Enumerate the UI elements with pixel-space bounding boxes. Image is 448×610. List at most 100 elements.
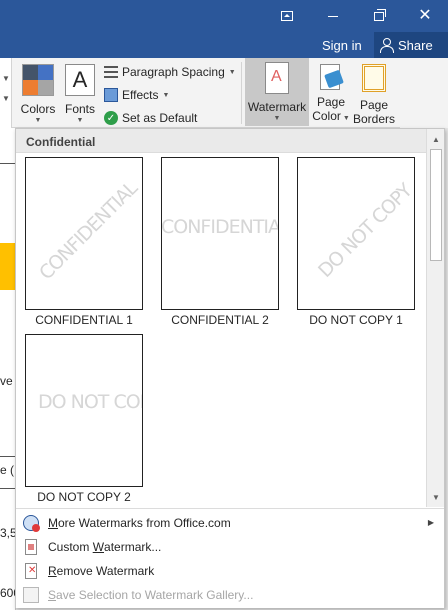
document-highlight-block	[0, 243, 16, 290]
ribbon: ▼ ▼ Colors ▼ A Fonts ▼ Paragraph Spacing…	[0, 58, 448, 128]
save-selection-menu-item: Save Selection to Watermark Gallery...	[16, 583, 444, 607]
title-bar: ✕	[0, 0, 448, 32]
document-rule	[0, 163, 16, 164]
close-icon: ✕	[418, 7, 432, 24]
more-watermarks-menu-item[interactable]: More Watermarks from Office.com ▶	[16, 511, 444, 535]
tab-bar: Sign in Share	[0, 32, 448, 58]
document-text: 600	[0, 586, 16, 600]
document-rule	[0, 488, 16, 489]
person-icon	[380, 38, 394, 53]
watermark-text: DO NOT COPY	[314, 179, 415, 283]
watermark-thumbnail-do-not-copy-1[interactable]: DO NOT COPY DO NOT COPY 1	[297, 157, 417, 327]
watermark-text: CONFIDENTIAL	[161, 216, 279, 238]
close-button[interactable]: ✕	[402, 0, 448, 32]
menu-label: Custom	[48, 540, 90, 554]
colors-label: Colors	[20, 102, 56, 116]
thumbnail-page: CONFIDENTIAL	[161, 157, 279, 310]
gallery-section-header: Confidential	[16, 129, 426, 153]
thumbnail-caption: DO NOT COPY 1	[309, 313, 403, 327]
colors-button[interactable]: Colors ▼	[18, 60, 58, 126]
menu-label: atermark...	[104, 540, 162, 554]
paragraph-spacing-label: Paragraph Spacing	[122, 65, 225, 79]
effects-label: Effects	[122, 88, 159, 102]
chevron-down-icon: ▼	[76, 117, 84, 124]
page-borders-label-2: Borders	[352, 112, 396, 126]
watermark-text: DO NOT COPY	[38, 391, 142, 413]
chevron-down-icon[interactable]: ▼	[2, 94, 10, 103]
remove-watermark-icon	[25, 563, 37, 579]
theme-colors-icon	[22, 64, 54, 96]
sign-in-link[interactable]: Sign in	[322, 38, 362, 53]
page-borders-icon	[362, 64, 386, 92]
page-color-label-2: Color ▼	[312, 109, 350, 123]
menu-label: ave Selection to Watermark Gallery...	[56, 588, 254, 602]
watermark-icon: A	[265, 62, 289, 94]
menu-label: ore Watermarks from Office.com	[58, 516, 231, 530]
ribbon-display-options-button[interactable]	[264, 0, 310, 32]
page-color-icon	[316, 64, 346, 90]
document-text: e (	[0, 463, 15, 477]
chevron-down-icon: ▼	[228, 68, 236, 76]
fonts-button[interactable]: A Fonts ▼	[61, 60, 99, 126]
chevron-down-icon: ▼	[34, 117, 42, 124]
ribbon-display-icon	[281, 11, 293, 21]
checkmark-icon: ✓	[104, 111, 118, 125]
paragraph-spacing-button[interactable]: Paragraph Spacing ▼	[104, 62, 236, 82]
document-text: 3,5	[0, 526, 16, 540]
menu-accelerator: S	[48, 588, 57, 602]
custom-watermark-menu-item[interactable]: Custom Watermark...	[16, 535, 444, 559]
share-label: Share	[398, 37, 433, 53]
chevron-right-icon: ▶	[427, 518, 434, 527]
menu-label: emove Watermark	[56, 564, 155, 578]
watermark-gallery: Confidential CONFIDENTIAL CONFIDENTIAL 1…	[15, 128, 445, 608]
color-swatch	[38, 65, 53, 80]
watermark-label: Watermark	[247, 100, 307, 114]
effects-icon	[104, 88, 118, 102]
paragraph-spacing-icon	[104, 66, 118, 78]
color-swatch	[23, 65, 38, 80]
watermark-thumbnail-confidential-2[interactable]: CONFIDENTIAL CONFIDENTIAL 2	[161, 157, 281, 327]
office-globe-icon	[23, 515, 40, 532]
remove-watermark-menu-item[interactable]: Remove Watermark	[16, 559, 444, 583]
set-as-default-button[interactable]: ✓ Set as Default	[104, 108, 197, 128]
chevron-down-icon: ▼	[162, 91, 170, 99]
restore-button[interactable]	[356, 0, 402, 32]
save-to-gallery-icon	[23, 587, 39, 603]
chevron-down-icon[interactable]: ▼	[2, 74, 10, 83]
watermark-thumbnail-confidential-1[interactable]: CONFIDENTIAL CONFIDENTIAL 1	[25, 157, 145, 327]
thumbnail-caption: CONFIDENTIAL 2	[171, 313, 269, 327]
share-button[interactable]: Share	[374, 32, 448, 58]
ribbon-overflow-area	[400, 58, 448, 128]
document-text: ve	[0, 374, 13, 388]
watermark-button[interactable]: A Watermark ▼	[245, 58, 309, 126]
menu-accelerator: M	[48, 516, 58, 530]
gallery-grid: CONFIDENTIAL CONFIDENTIAL 1 CONFIDENTIAL…	[16, 153, 426, 507]
minimize-button[interactable]	[310, 0, 356, 32]
gallery-menu: More Watermarks from Office.com ▶ Custom…	[16, 508, 444, 608]
document-rule	[0, 456, 16, 457]
color-swatch	[38, 80, 53, 95]
watermark-thumbnail-do-not-copy-2[interactable]: DO NOT COPY DO NOT COPY 2	[25, 334, 145, 504]
scroll-down-icon[interactable]: ▼	[427, 489, 445, 505]
restore-icon	[374, 8, 386, 21]
page-color-button[interactable]: Page Color ▼	[310, 60, 352, 126]
page-borders-button[interactable]: Page Borders	[352, 60, 396, 126]
chevron-down-icon: ▼	[273, 115, 281, 122]
thumbnail-page: DO NOT COPY	[25, 334, 143, 487]
color-swatch	[23, 80, 38, 95]
menu-accelerator: R	[48, 564, 57, 578]
custom-watermark-icon	[25, 539, 37, 555]
menu-accelerator: W	[92, 540, 105, 554]
watermark-text: CONFIDENTIAL	[35, 177, 142, 285]
page-borders-label-1: Page	[359, 98, 389, 112]
effects-button[interactable]: Effects ▼	[104, 85, 169, 105]
fonts-icon: A	[65, 64, 95, 96]
minimize-icon	[328, 15, 338, 17]
gallery-scrollbar[interactable]: ▲ ▼	[426, 129, 444, 507]
thumbnail-caption: DO NOT COPY 2	[37, 490, 131, 504]
thumbnail-page: CONFIDENTIAL	[25, 157, 143, 310]
ribbon-separator	[241, 62, 242, 124]
scroll-up-icon[interactable]: ▲	[427, 131, 445, 147]
scrollbar-thumb[interactable]	[430, 149, 442, 261]
set-as-default-label: Set as Default	[122, 111, 198, 125]
